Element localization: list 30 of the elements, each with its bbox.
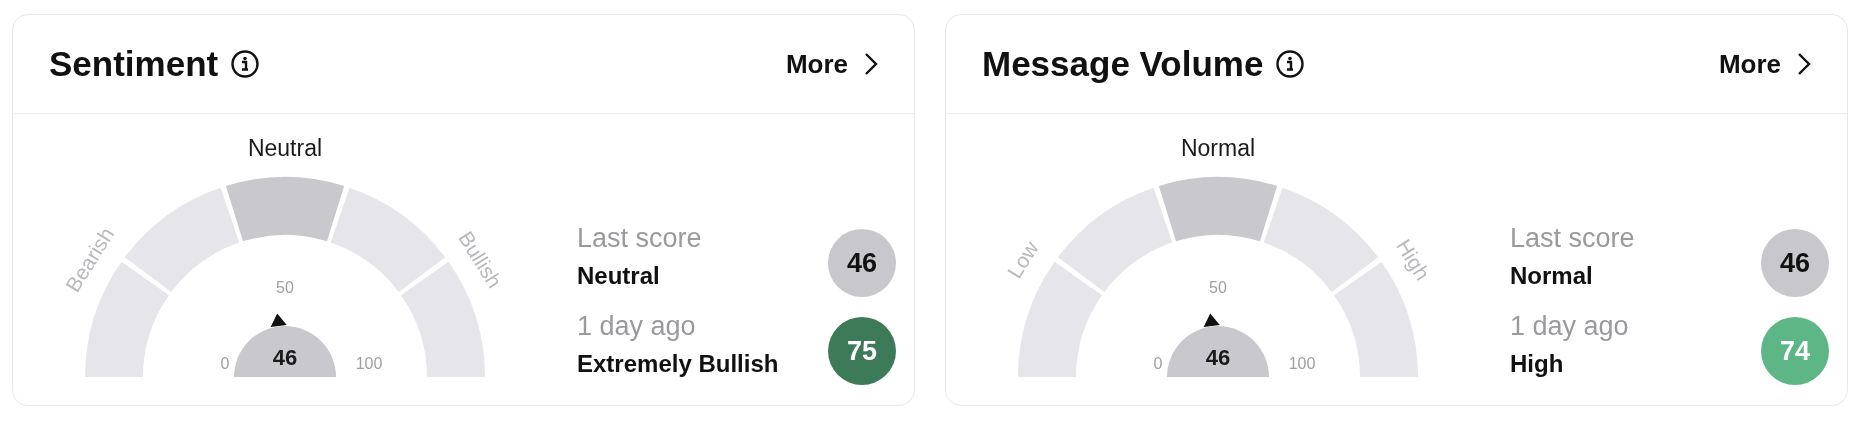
tick-label: 0 <box>1153 355 1163 373</box>
gauge-value: 46 <box>1205 344 1231 370</box>
card-title: Message Volume <box>982 42 1264 85</box>
score-badge: 75 <box>828 317 896 385</box>
gauge-value: 46 <box>272 344 298 370</box>
reading-caption: Last score <box>577 222 702 255</box>
more-link[interactable]: More <box>1718 44 1811 84</box>
gauge-label: Neutral <box>247 135 323 162</box>
more-link[interactable]: More <box>785 44 878 84</box>
info-icon[interactable] <box>230 49 261 79</box>
score-badge: 46 <box>1761 229 1829 297</box>
reading-caption: 1 day ago <box>577 310 697 343</box>
reading-caption: Last score <box>1510 222 1635 255</box>
reading-label: Extremely Bullish <box>577 349 779 379</box>
tick-label: 100 <box>1288 355 1316 373</box>
reading-caption: 1 day ago <box>1510 310 1629 343</box>
reading-label: Neutral <box>577 261 661 291</box>
chevron-right-icon <box>1797 52 1811 76</box>
chevron-right-icon <box>864 52 878 76</box>
tick-label: 0 <box>220 355 230 373</box>
reading-label: High <box>1510 349 1565 379</box>
tick-label: 100 <box>355 355 383 373</box>
info-icon[interactable] <box>1275 49 1306 79</box>
reading-label: Normal <box>1510 261 1594 291</box>
score-badge: 46 <box>828 229 896 297</box>
score-badge: 74 <box>1761 317 1829 385</box>
tick-label: 50 <box>1209 279 1227 297</box>
card-title: Sentiment <box>49 42 219 85</box>
gauge-label: Normal <box>1180 135 1256 162</box>
tick-label: 50 <box>276 279 294 297</box>
